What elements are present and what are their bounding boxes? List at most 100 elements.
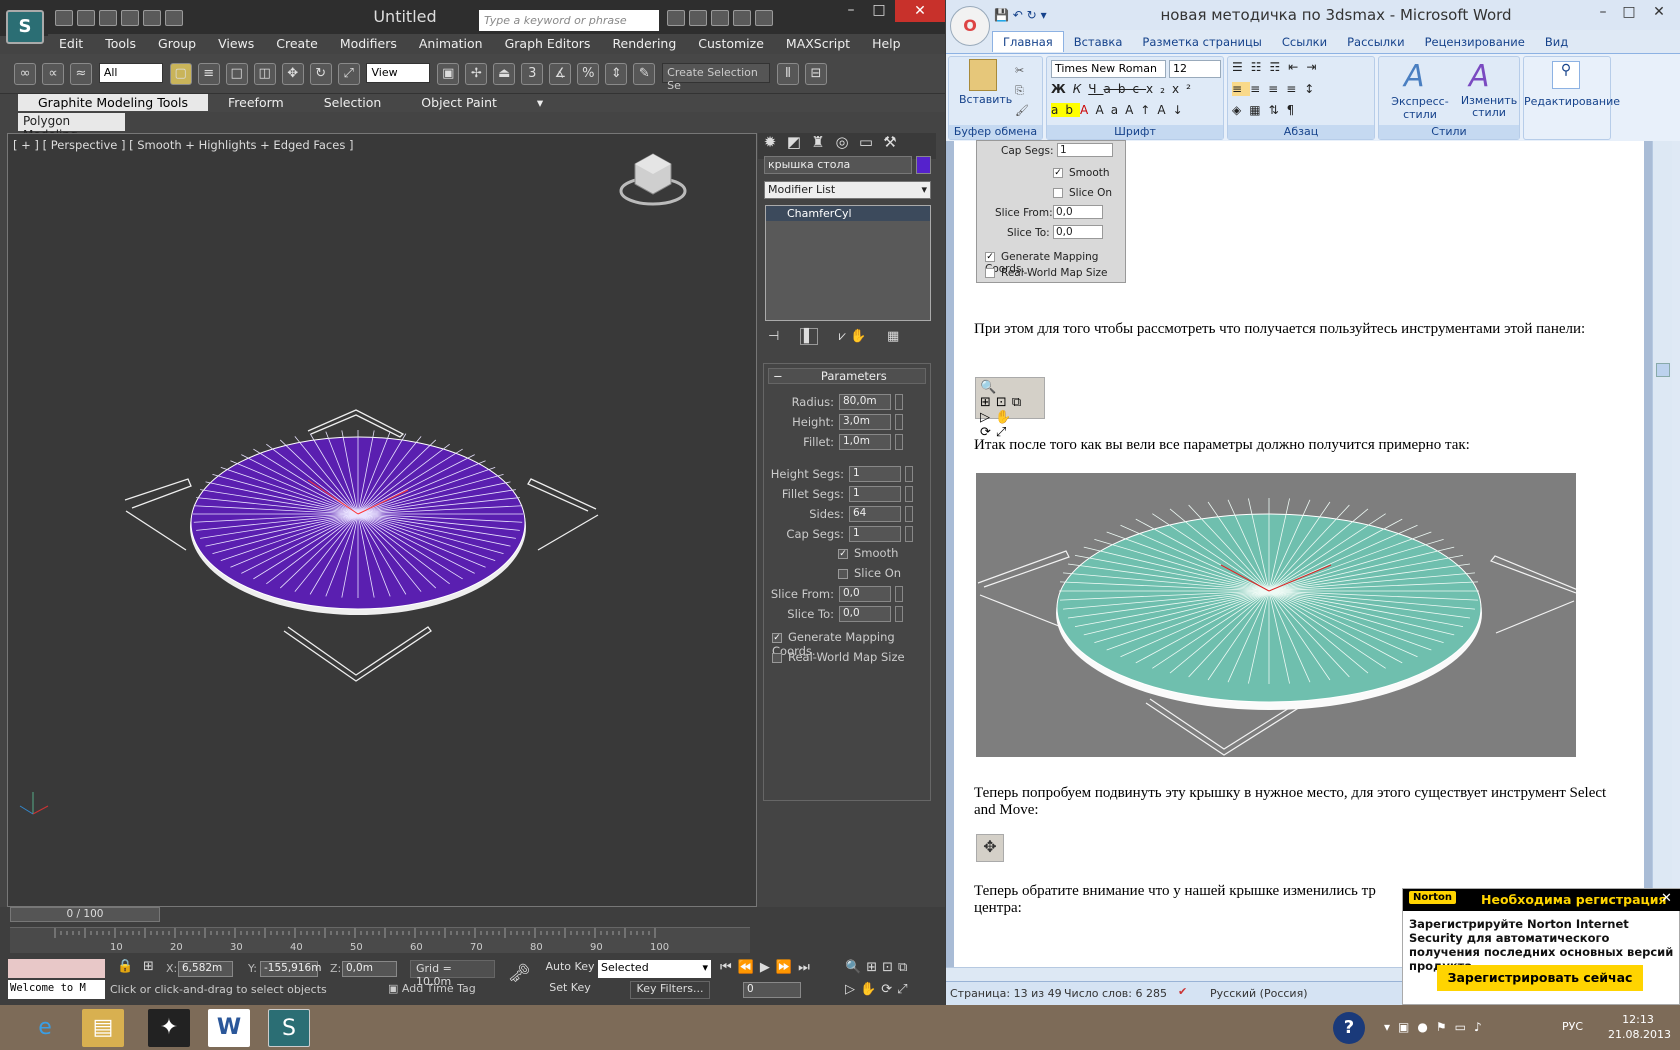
show-marks-icon[interactable]: ¶ <box>1287 103 1303 117</box>
multilevel-icon[interactable]: ☶ <box>1270 60 1289 74</box>
named-selection-input[interactable]: Create Selection Se <box>662 63 771 92</box>
line-spacing-icon[interactable]: ↕ <box>1304 82 1322 96</box>
track-bar[interactable]: 10 20 30 40 50 60 70 80 90 100 <box>10 927 750 953</box>
undo-icon[interactable]: ↶ <box>1013 8 1023 22</box>
menu-animation[interactable]: Animation <box>408 34 494 53</box>
editing-button[interactable]: Редактирование <box>1524 95 1620 108</box>
paste-button[interactable]: Вставить <box>959 93 1012 106</box>
sides-spinner[interactable] <box>905 506 913 522</box>
menu-views[interactable]: Views <box>207 34 265 53</box>
sort-icon[interactable]: ⇅ <box>1269 103 1287 117</box>
paragraph-1[interactable]: При этом для того чтобы рассмотреть что … <box>974 321 1614 338</box>
flag-icon[interactable]: ⚑ <box>1436 1020 1455 1034</box>
tab-graphite-modeling-tools[interactable]: Graphite Modeling Tools <box>18 94 209 111</box>
subscript-icon[interactable]: x₂ <box>1146 82 1172 96</box>
pivot-icon[interactable]: ▣ <box>437 63 460 85</box>
set-key-button[interactable]: Set Key <box>545 981 595 999</box>
borders-icon[interactable]: ▦ <box>1249 103 1268 117</box>
tab-review[interactable]: Рецензирование <box>1415 32 1535 52</box>
tab-page-layout[interactable]: Разметка страницы <box>1132 32 1271 52</box>
percent-snap-icon[interactable]: % <box>577 63 600 85</box>
scroll-thumb[interactable] <box>1656 363 1670 377</box>
decrease-indent-icon[interactable]: ⇤ <box>1288 60 1306 74</box>
ribbon-options-icon[interactable]: ▾ <box>517 94 563 111</box>
show-end-result-icon[interactable]: ▌ <box>800 328 818 345</box>
time-slider[interactable]: 0 / 100 <box>10 907 160 922</box>
viewport-canvas[interactable] <box>8 134 758 908</box>
menu-edit[interactable]: Edit <box>48 34 94 53</box>
close-button[interactable]: ✕ <box>895 0 945 22</box>
zoom-icon[interactable]: 🔍 <box>845 960 866 975</box>
paragraph-2[interactable]: Итак после того как вы вели все параметр… <box>974 437 1614 454</box>
quick-styles-button[interactable]: Экспресс-стили <box>1383 95 1457 121</box>
bullets-icon[interactable]: ☰ <box>1232 60 1251 74</box>
menu-maxscript[interactable]: MAXScript <box>775 34 861 53</box>
grow-font-icon[interactable]: A↑ <box>1125 103 1157 117</box>
help-icon[interactable] <box>755 10 773 26</box>
norton-register-button[interactable]: Зарегистрировать сейчас <box>1437 965 1643 991</box>
go-to-end-icon[interactable]: ⏭ <box>798 960 816 975</box>
input-language[interactable]: РУС <box>1562 1020 1583 1033</box>
align-icon[interactable]: ⊟ <box>804 63 827 85</box>
binoculars-icon[interactable]: ⚲ <box>1552 61 1580 89</box>
height-segs-input[interactable]: 1 <box>849 466 901 482</box>
slice-on-checkbox[interactable] <box>838 568 848 579</box>
stack-item-chamfercyl[interactable]: ChamferCyl <box>766 206 930 221</box>
rotate-icon[interactable]: ↻ <box>309 63 332 85</box>
motion-tab-icon[interactable]: ◎ <box>830 133 854 155</box>
paragraph-3[interactable]: Теперь попробуем подвинуть эту крышку в … <box>974 785 1614 819</box>
sides-input[interactable]: 64 <box>849 506 901 522</box>
norton-close-icon[interactable]: ✕ <box>1661 891 1672 906</box>
x-coord-input[interactable]: 6,582m <box>178 961 233 977</box>
font-name-select[interactable]: Times New Roman <box>1051 60 1166 78</box>
document-page[interactable]: Cap Segs: 1 ✓ Smooth Slice On Slice From:… <box>954 140 1644 967</box>
next-frame-icon[interactable]: ⏩ <box>776 960 798 975</box>
word-count[interactable]: Число слов: 6 285 <box>1064 987 1167 1000</box>
app-logo-icon[interactable]: S <box>6 10 44 44</box>
fillet-segs-spinner[interactable] <box>905 486 913 502</box>
menu-rendering[interactable]: Rendering <box>601 34 687 53</box>
bold-icon[interactable]: Ж <box>1051 82 1073 96</box>
remove-modifier-icon[interactable]: ✋ <box>850 329 866 344</box>
absolute-mode-icon[interactable]: ⊞ <box>143 959 154 974</box>
align-left-icon[interactable]: ≡ <box>1232 82 1251 96</box>
rollout-header[interactable]: − Parameters <box>768 368 926 384</box>
pin-stack-icon[interactable]: ⊣ <box>768 329 779 344</box>
menu-help[interactable]: Help <box>861 34 912 53</box>
fov-icon[interactable]: ▷ <box>845 982 860 997</box>
minimize-button[interactable]: – <box>838 0 864 22</box>
justify-icon[interactable]: ≡ <box>1286 82 1304 96</box>
utilities-tab-icon[interactable]: ⚒ <box>878 133 902 155</box>
listener-output[interactable]: Welcome to M <box>8 980 105 999</box>
display-tab-icon[interactable]: ▭ <box>854 133 878 155</box>
customize-qat-icon[interactable]: ▾ <box>1041 8 1047 22</box>
word-maximize-button[interactable]: □ <box>1616 2 1642 24</box>
binoculars-icon[interactable] <box>667 10 685 26</box>
select-object-icon[interactable]: ▢ <box>169 63 192 85</box>
align-right-icon[interactable]: ≡ <box>1268 82 1286 96</box>
maximize-viewport-icon[interactable]: ⤢ <box>897 982 912 997</box>
scale-icon[interactable]: ⤢ <box>337 63 360 85</box>
save-icon[interactable]: 💾 <box>994 8 1009 22</box>
clock[interactable]: 12:13 21.08.2013 <box>1608 1012 1671 1042</box>
slice-from-spinner[interactable] <box>895 586 903 602</box>
vertical-scrollbar[interactable] <box>1652 141 1672 967</box>
select-by-name-icon[interactable]: ≡ <box>197 63 220 85</box>
help-icon[interactable]: ? <box>1333 1012 1365 1044</box>
word-close-button[interactable]: ✕ <box>1646 2 1672 24</box>
strikethrough-icon[interactable]: abc <box>1103 82 1146 96</box>
tab-home[interactable]: Главная <box>992 31 1064 52</box>
increase-indent-icon[interactable]: ⇥ <box>1306 60 1324 74</box>
word-taskbar-icon[interactable]: W <box>208 1009 250 1047</box>
lock-icon[interactable]: 🔒 <box>117 959 133 974</box>
height-spinner[interactable] <box>895 414 903 430</box>
snaps-icon[interactable]: 3 <box>521 63 544 85</box>
unlink-icon[interactable]: ∝ <box>42 63 64 85</box>
fillet-segs-input[interactable]: 1 <box>849 486 901 502</box>
key-mode-select[interactable]: Selected ▾ <box>598 960 711 978</box>
change-styles-icon[interactable]: A <box>1469 59 1490 94</box>
display-icon[interactable]: ▭ <box>1455 1020 1474 1034</box>
numbering-icon[interactable]: ☷ <box>1251 60 1270 74</box>
y-coord-input[interactable]: -155,916m <box>260 961 321 977</box>
make-unique-icon[interactable]: ⩗ <box>839 329 846 344</box>
